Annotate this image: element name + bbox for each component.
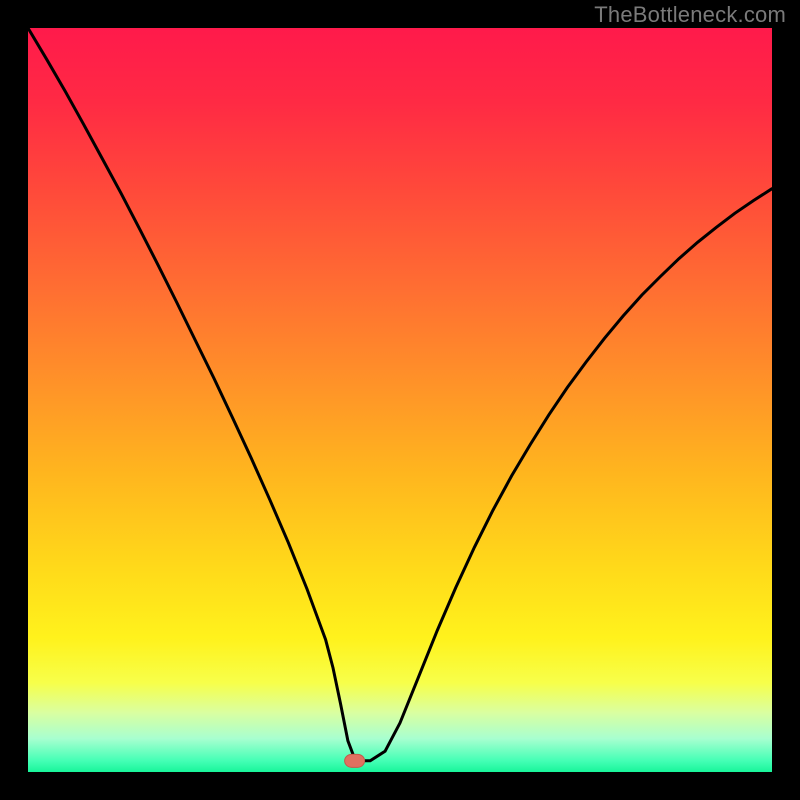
chart-container: TheBottleneck.com — [0, 0, 800, 800]
current-point-marker — [345, 754, 365, 767]
watermark-text: TheBottleneck.com — [594, 2, 786, 28]
plot-area — [28, 28, 772, 772]
bottleneck-chart — [0, 0, 800, 800]
